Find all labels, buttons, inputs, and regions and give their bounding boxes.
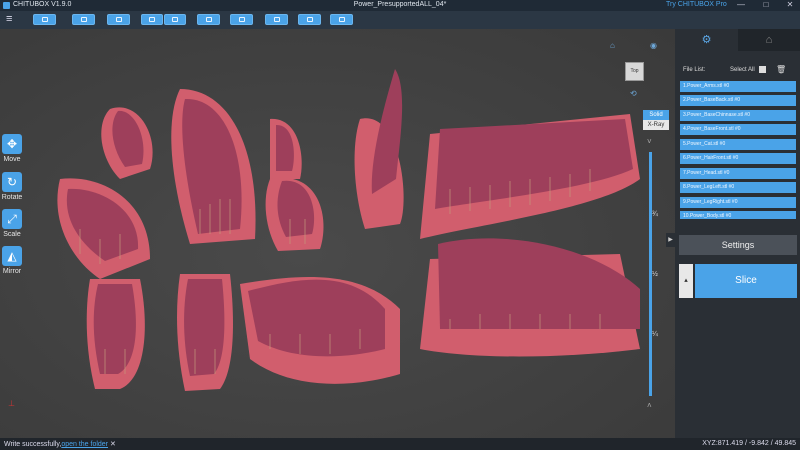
gear-icon: ⚙ xyxy=(701,34,712,46)
file-item[interactable]: 3.Power_BaseChinnase.stl #0 xyxy=(680,110,796,121)
rotate-icon[interactable]: ↻ xyxy=(2,172,22,192)
model-base-front xyxy=(438,238,640,329)
layer-down-icon[interactable]: ˄ xyxy=(647,401,652,410)
title-bar: CHITUBOX V1.9.0 Power_PresupportedALL_04… xyxy=(0,0,800,11)
open-icon[interactable] xyxy=(33,14,56,25)
file-item[interactable]: 8.Power_LegLeft.stl #0 xyxy=(680,182,796,193)
model-leg-right xyxy=(184,279,225,376)
solid-mode-button[interactable]: Solid xyxy=(643,110,669,120)
support-icon[interactable] xyxy=(230,14,253,25)
mirror-label: Mirror xyxy=(2,268,22,275)
tab-settings[interactable]: ⚙ xyxy=(675,29,738,51)
trash-icon[interactable]: 🗑 xyxy=(776,65,786,74)
center-icon[interactable] xyxy=(298,14,321,25)
scale-icon[interactable]: ⤢ xyxy=(2,209,22,229)
file-item[interactable]: 4.Power_BaseFront.stl #0 xyxy=(680,124,796,135)
export-icon[interactable] xyxy=(330,14,353,25)
toolbar: ≡ xyxy=(0,11,800,29)
move-label: Move xyxy=(3,156,21,163)
close-button[interactable]: ✕ xyxy=(783,0,797,9)
file-list-label: File List: xyxy=(683,67,706,73)
tick-half: ½ xyxy=(652,271,658,278)
panel-expand-icon[interactable]: ▶ xyxy=(666,233,675,247)
hollow-icon[interactable] xyxy=(265,14,288,25)
rotate-tool[interactable]: ↻ Rotate xyxy=(1,172,23,201)
scale-label: Scale xyxy=(3,231,21,238)
view-cube[interactable]: Top xyxy=(625,62,644,81)
view-rotate-icon[interactable]: ⟲ xyxy=(630,89,637,98)
model-leg-left xyxy=(93,284,136,374)
move-icon[interactable]: ✥ xyxy=(2,134,22,154)
model-scene[interactable] xyxy=(0,29,675,438)
axis-gizmo-icon: ⊥ xyxy=(8,399,15,408)
status-bar: Write successfully,open the folder ✕ XYZ… xyxy=(0,438,800,450)
scale-tool[interactable]: ⤢ Scale xyxy=(1,209,23,238)
printer-icon: ⌂ xyxy=(765,34,773,46)
hamburger-icon[interactable]: ≡ xyxy=(6,13,12,25)
file-item[interactable]: 5.Power_Cat.stl #0 xyxy=(680,139,796,150)
3d-viewport[interactable]: ✥ Move ↻ Rotate ⤢ Scale ◭ Mirror ⌂ ◉ Top… xyxy=(0,29,675,438)
open-folder-link[interactable]: open the folder xyxy=(61,441,108,448)
file-item[interactable]: 1.Power_Arms.stl #0 xyxy=(680,81,796,92)
status-text: Write successfully, xyxy=(4,441,62,448)
layer-up-icon[interactable]: ˅ xyxy=(647,137,652,146)
try-pro-link[interactable]: Try CHITUBOX Pro xyxy=(666,1,727,8)
select-all-checkbox[interactable] xyxy=(759,66,766,73)
right-panel: ⚙ ⌂ File List: Select All 🗑 1.Power_Arms… xyxy=(675,29,800,438)
file-item[interactable]: 2.Power_BaseBack.stl #0 xyxy=(680,95,796,106)
status-message: Write successfully,open the folder ✕ xyxy=(4,440,116,448)
file-item[interactable]: 10.Power_Body.stl #0 xyxy=(680,211,796,219)
close-status-icon[interactable]: ✕ xyxy=(110,441,116,448)
eye-icon[interactable]: ◉ xyxy=(650,41,657,50)
xray-mode-button[interactable]: X-Ray xyxy=(643,120,669,130)
save-icon[interactable] xyxy=(72,14,95,25)
auto-layout-icon[interactable] xyxy=(107,14,130,25)
rotate-label: Rotate xyxy=(1,194,23,201)
copy-icon[interactable] xyxy=(141,14,163,25)
mirror-icon[interactable] xyxy=(164,14,186,25)
xyz-readout: XYZ:871.419 / -9.842 / 49.845 xyxy=(702,440,796,447)
file-item[interactable]: 7.Power_Head.stl #0 xyxy=(680,168,796,179)
file-item[interactable]: 9.Power_LegRight.stl #0 xyxy=(680,197,796,208)
tick-quarter: ¼ xyxy=(652,331,658,338)
maximize-button[interactable]: □ xyxy=(759,0,773,9)
mirror-tool[interactable]: ◭ Mirror xyxy=(1,246,23,275)
slice-button[interactable]: Slice xyxy=(695,264,797,298)
mirror-tool-icon[interactable]: ◭ xyxy=(2,246,22,266)
slice-options-icon[interactable]: ▴ xyxy=(679,264,693,298)
tick-three-quarter: ¾ xyxy=(652,211,658,218)
minimize-button[interactable]: — xyxy=(734,0,748,9)
move-tool[interactable]: ✥ Move xyxy=(1,134,23,163)
settings-icon[interactable] xyxy=(197,14,220,25)
file-item[interactable]: 6.Power_HairFront.stl #0 xyxy=(680,153,796,164)
tab-print-settings[interactable]: ⌂ xyxy=(738,29,800,51)
settings-button[interactable]: Settings xyxy=(679,235,797,255)
select-all-label: Select All xyxy=(730,67,755,73)
home-view-icon[interactable]: ⌂ xyxy=(610,41,615,50)
